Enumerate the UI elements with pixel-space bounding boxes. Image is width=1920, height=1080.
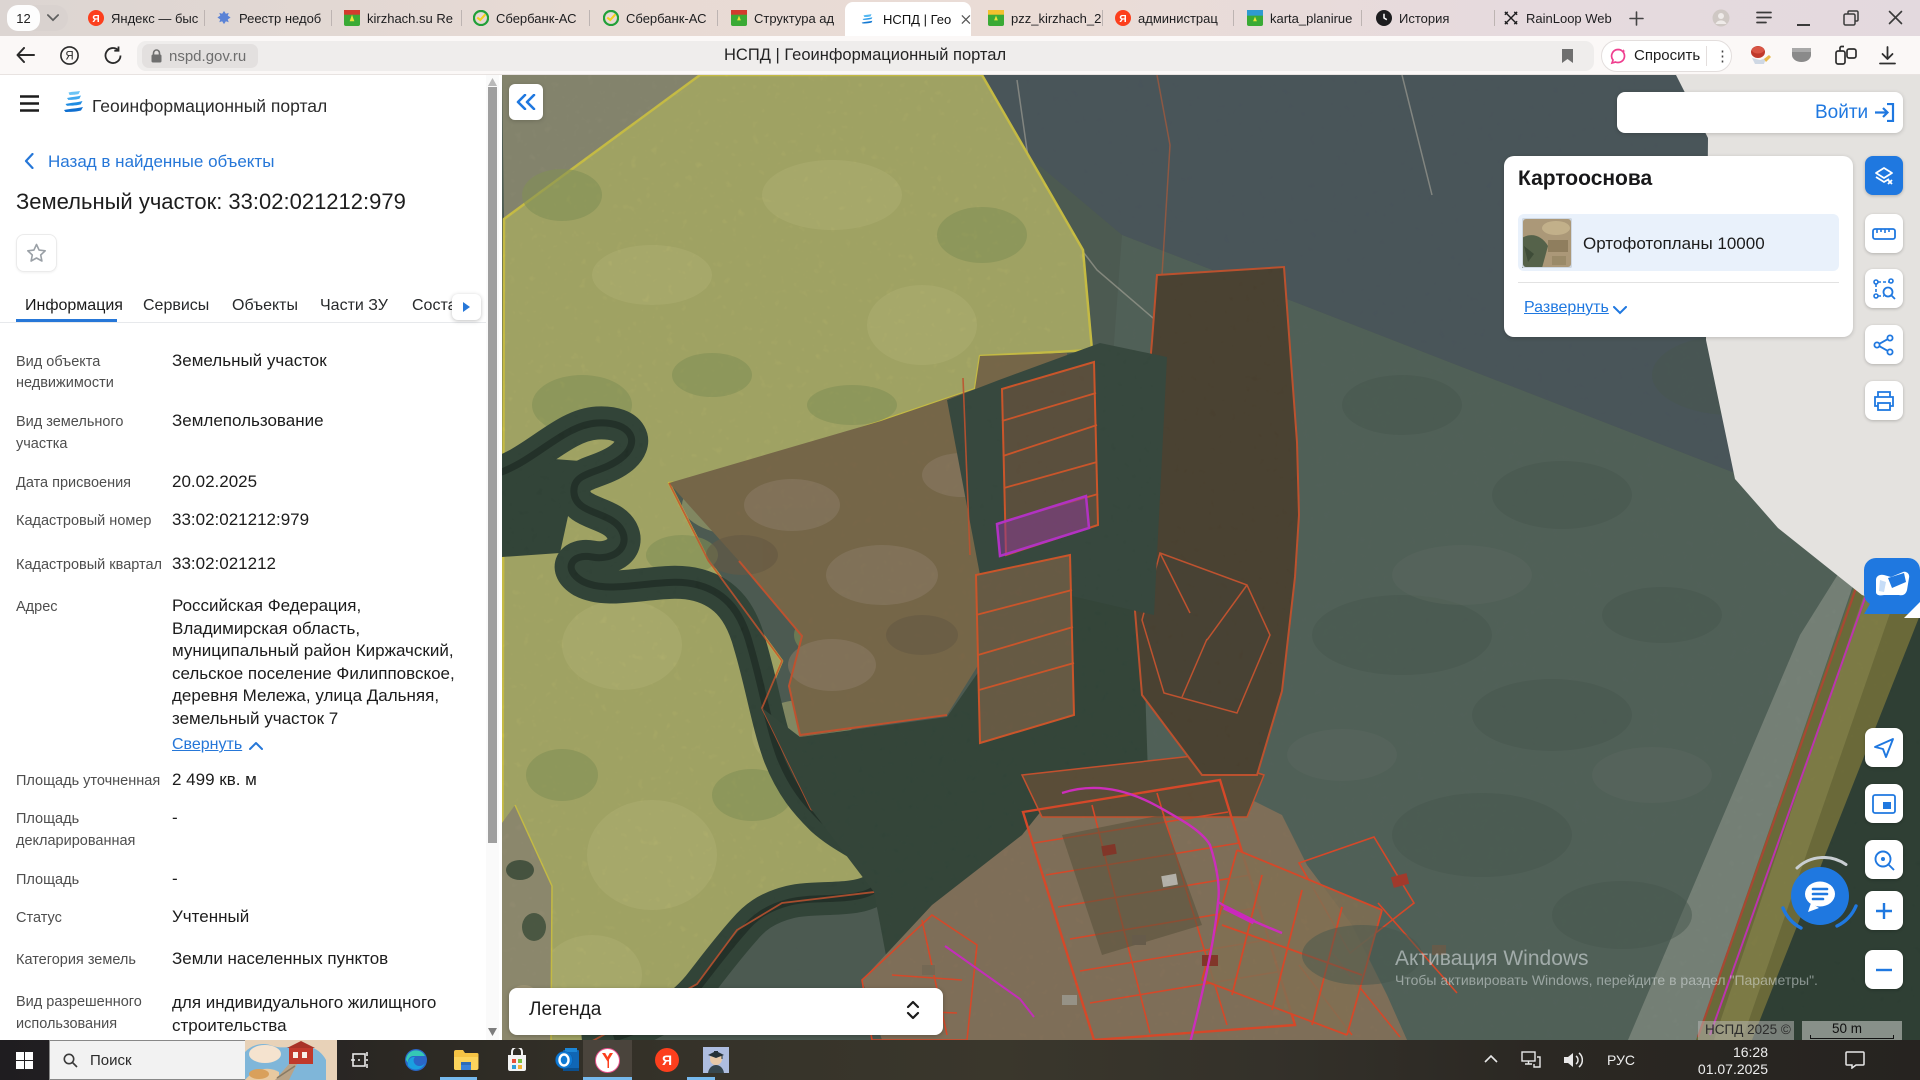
svg-text:Я: Я: [1119, 14, 1126, 25]
svg-text:Я: Я: [65, 51, 73, 63]
svg-text:Я: Я: [662, 1052, 672, 1068]
svg-text:Я: Я: [92, 14, 99, 25]
